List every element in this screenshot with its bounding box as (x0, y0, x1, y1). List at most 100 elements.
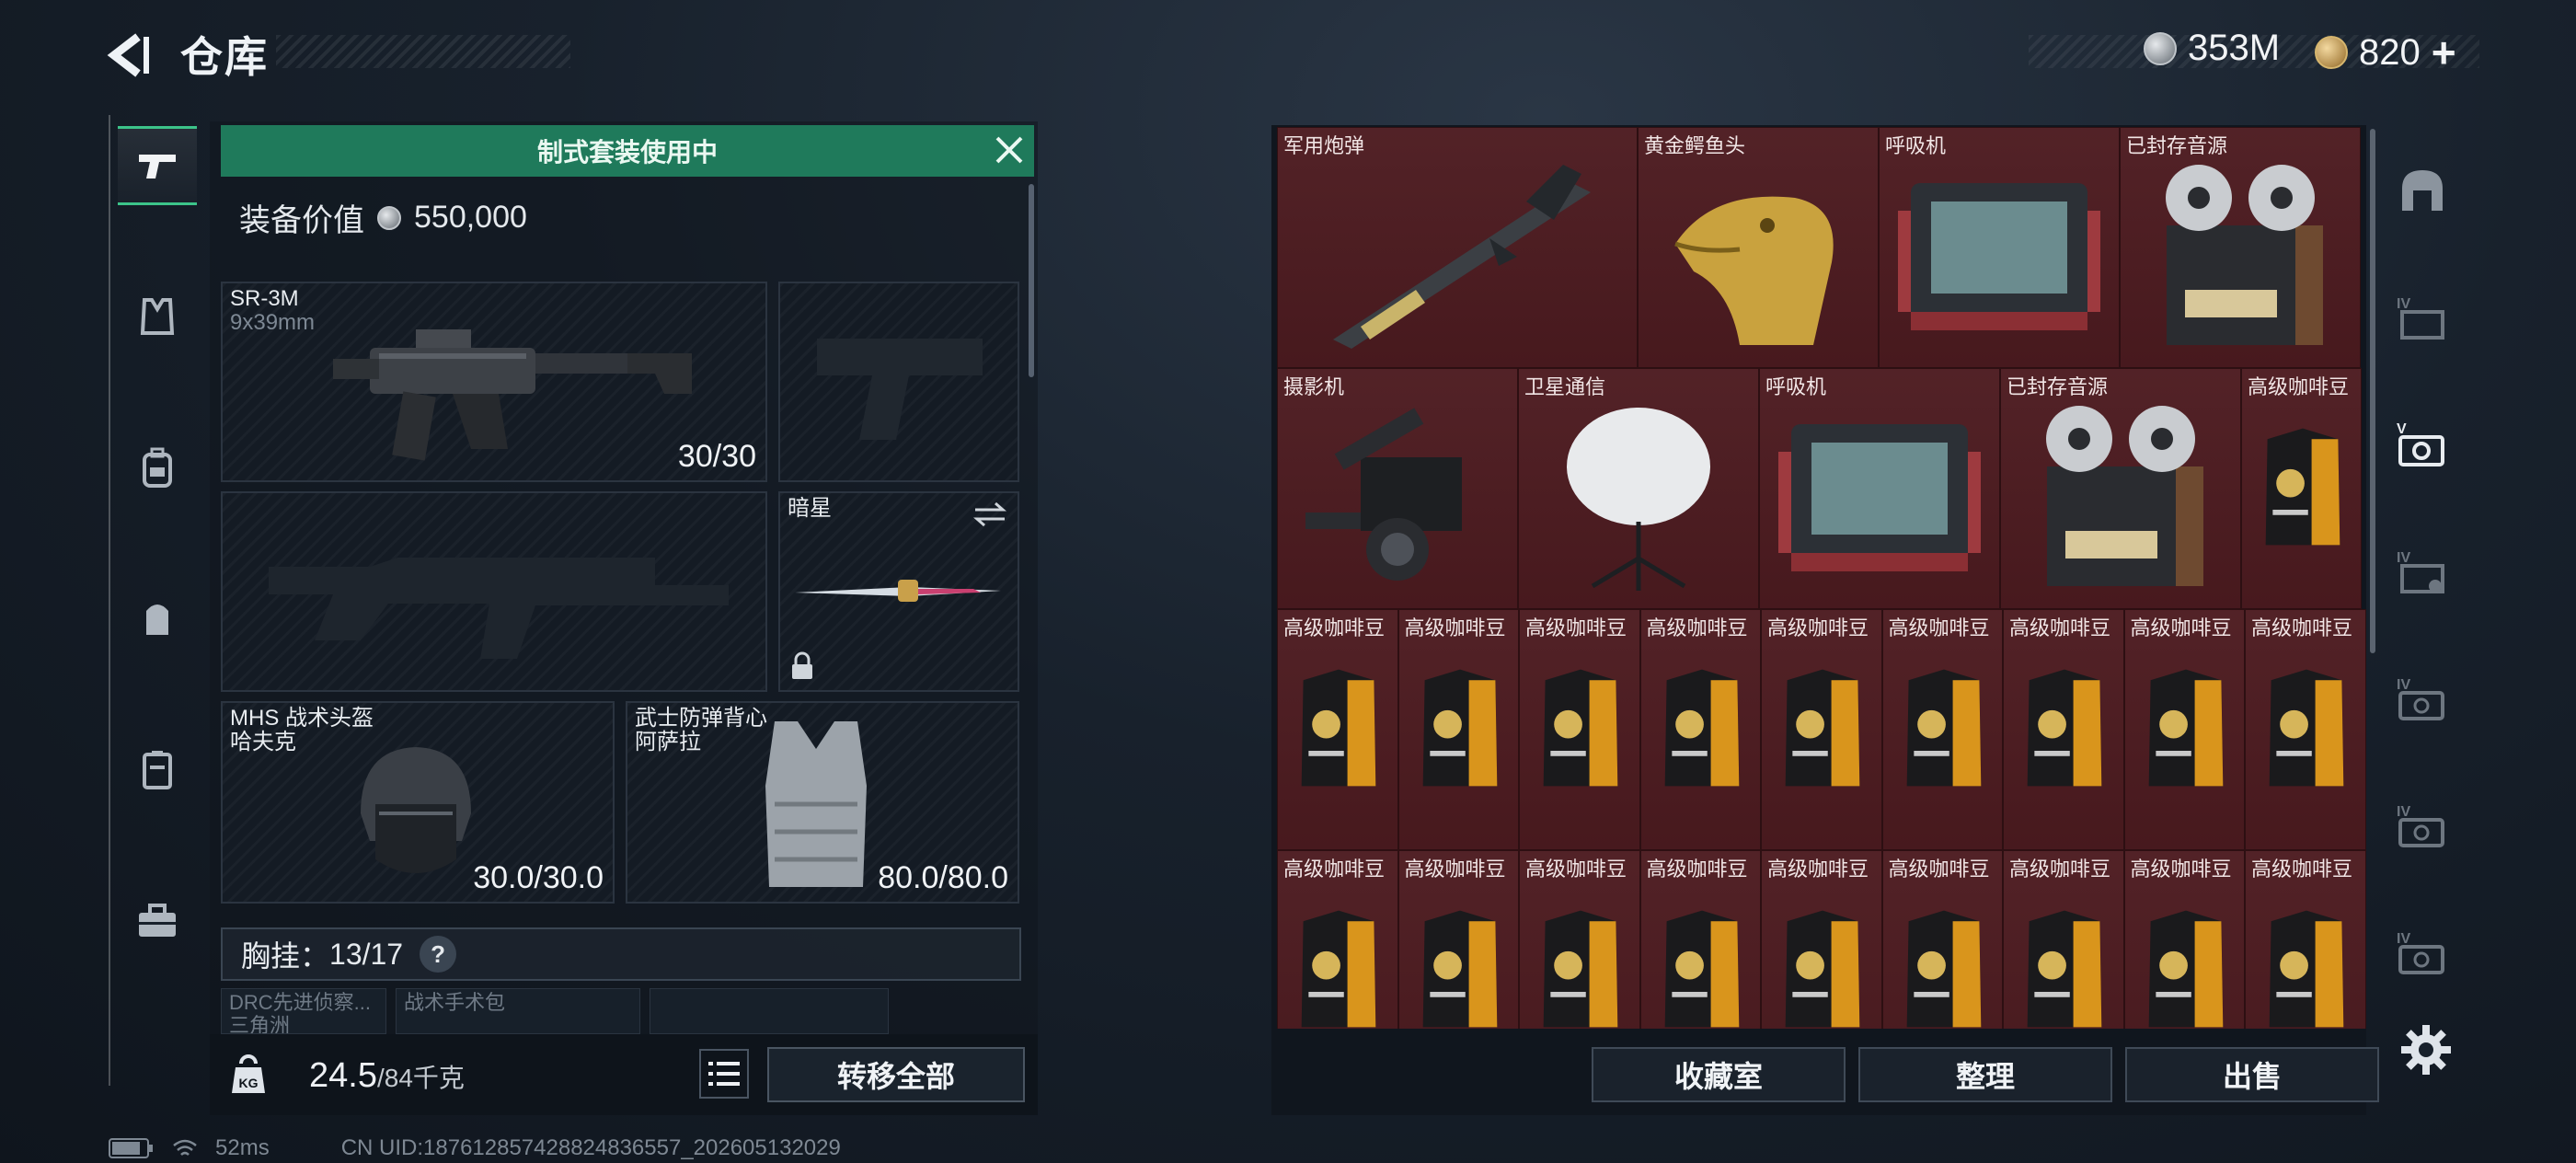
item-name: 高级咖啡豆 (2009, 858, 2111, 881)
close-icon[interactable] (988, 129, 1030, 171)
rig-item-slot[interactable] (650, 988, 889, 1034)
item-name: 摄影机 (1283, 375, 1345, 398)
storage-item[interactable]: 摄影机 (1277, 368, 1518, 609)
gear-icon[interactable] (2399, 1023, 2453, 1077)
storage-item[interactable]: 高级咖啡豆 (1761, 850, 1882, 1029)
rifle-image (333, 329, 692, 461)
storage-item[interactable]: 卫星通信 (1518, 368, 1759, 609)
item-name: 高级咖啡豆 (2251, 616, 2353, 639)
collection-room-button[interactable]: 收藏室 (1592, 1047, 1846, 1102)
storage-item[interactable]: 高级咖啡豆 (1881, 609, 2003, 850)
loadout-category-nav (109, 115, 204, 1086)
ventilator-image (1778, 424, 1981, 571)
storage-item[interactable]: 高级咖啡豆 (2245, 609, 2366, 850)
storage-item[interactable]: 黄金鳄鱼头 (1638, 127, 1879, 368)
nav-weapons[interactable] (118, 126, 197, 205)
armor-durability: 80.0/80.0 (878, 860, 1008, 895)
nav-backpack[interactable] (118, 428, 197, 507)
coffee-bag-image (1906, 910, 1981, 1028)
storage-item[interactable]: 呼吸机 (1879, 127, 2120, 368)
chest-rig-bar[interactable]: 胸挂： 13/17 ? (221, 927, 1021, 981)
rig-icon (146, 605, 168, 635)
rig-item-slot[interactable]: 战术手术包 (396, 988, 640, 1034)
item-name: 卫星通信 (1524, 375, 1606, 398)
sell-button[interactable]: 出售 (2125, 1047, 2379, 1102)
storage-scrollbar[interactable] (2370, 129, 2375, 653)
coffee-bag-image (2027, 910, 2102, 1028)
storage-item[interactable]: 高级咖啡豆 (2245, 850, 2366, 1029)
svg-text:IV: IV (2397, 804, 2410, 820)
storage-item[interactable]: 高级咖啡豆 (2123, 850, 2245, 1029)
item-name: 高级咖啡豆 (1404, 858, 1506, 881)
tab-storage-1[interactable]: IV (2390, 285, 2455, 350)
currency-gold-plus[interactable]: + (2432, 28, 2456, 77)
loadout-scrollbar[interactable] (1029, 184, 1034, 377)
storage-grid: 军用炮弹 黄金鳄鱼头 呼吸机 已封存音源 摄影机 卫星通信 呼吸机 已封存音源 … (1277, 127, 2366, 1029)
weapon-caliber: 9x39mm (230, 310, 316, 336)
storage-item[interactable]: 高级咖啡豆 (2003, 609, 2124, 850)
storage-item[interactable]: 高级咖啡豆 (1277, 609, 1398, 850)
tab-storage-4[interactable]: IV (2390, 666, 2455, 731)
currency-gold[interactable]: 820 + (2315, 28, 2456, 77)
toolbox-icon (139, 904, 176, 937)
secondary-weapon-slot[interactable] (221, 491, 767, 692)
currency-silver[interactable]: 353M (2144, 28, 2280, 69)
coffee-bag-image (1543, 910, 1618, 1028)
rifle-placeholder-icon (269, 558, 729, 659)
storage-item[interactable]: 已封存音源 (2000, 368, 2241, 609)
reel-recorder-image (2046, 406, 2203, 586)
storage-item[interactable]: 高级咖啡豆 (1639, 609, 1761, 850)
tab-storage-3[interactable]: IV (2390, 539, 2455, 604)
storage-item[interactable]: 高级咖啡豆 (2003, 850, 2124, 1029)
coffee-bag-image (2269, 669, 2344, 787)
storage-item[interactable]: 高级咖啡豆 (2241, 368, 2362, 609)
tab-storage-6[interactable]: IV (2390, 920, 2455, 985)
swap-icon[interactable] (972, 501, 1008, 528)
nav-case[interactable] (118, 730, 197, 809)
melee-slot[interactable]: 暗星 (778, 491, 1019, 692)
list-view-button[interactable] (699, 1049, 749, 1099)
storage-item[interactable]: 高级咖啡豆 (1277, 850, 1398, 1029)
rig-item-slot[interactable]: DRC先进侦察... 三角洲 (221, 988, 386, 1034)
storage-item[interactable]: 已封存音源 (2120, 127, 2361, 368)
storage-item[interactable]: 呼吸机 (1759, 368, 2000, 609)
help-button[interactable]: ? (420, 936, 457, 973)
storage-item[interactable]: 高级咖啡豆 (1397, 609, 1519, 850)
item-name: 高级咖啡豆 (1283, 858, 1386, 881)
nav-armor[interactable] (118, 277, 197, 356)
currency-silver-value: 353M (2188, 28, 2281, 68)
wifi-icon (173, 1139, 197, 1156)
item-name: 高级咖啡豆 (1404, 616, 1506, 639)
carry-weight-cap: /84千克 (376, 1064, 465, 1092)
pistol-slot[interactable] (778, 282, 1019, 482)
ping-value: 52ms (215, 1135, 270, 1160)
organize-button[interactable]: 整理 (1858, 1047, 2112, 1102)
helmet-image (361, 747, 471, 873)
storage-iv-b-icon: IV (2397, 550, 2444, 593)
storage-item[interactable]: 高级咖啡豆 (1397, 850, 1519, 1029)
storage-item[interactable]: 高级咖啡豆 (1519, 850, 1640, 1029)
tab-storage-5[interactable]: IV (2390, 793, 2455, 858)
primary-weapon-slot[interactable]: SR-3M 9x39mm 30/30 (221, 282, 767, 482)
storage-item[interactable]: 高级咖啡豆 (1519, 609, 1640, 850)
coffee-bag-image (1301, 669, 1376, 787)
storage-item[interactable]: 高级咖啡豆 (1639, 850, 1761, 1029)
storage-item[interactable]: 高级咖啡豆 (1881, 850, 2003, 1029)
kit-in-use-banner: 制式套装使用中 (221, 125, 1034, 177)
helmet-slot[interactable]: MHS 战术头盔 哈夫克 30.0/30.0 (221, 701, 615, 904)
status-bar: 52ms CN UID:18761285742882483​6557_20260… (109, 1135, 841, 1161)
transfer-all-button[interactable]: 转移全部 (767, 1047, 1025, 1102)
nav-toolbox[interactable] (118, 881, 197, 960)
storage-item[interactable]: 高级咖啡豆 (1761, 609, 1882, 850)
armor-slot[interactable]: 武士防弹背心 阿萨拉 80.0/80.0 (626, 701, 1019, 904)
storage-iv-c-icon: IV (2397, 677, 2444, 720)
storage-item[interactable]: 军用炮弹 (1277, 127, 1638, 368)
melee-name: 暗星 (788, 496, 832, 521)
nav-rig[interactable] (118, 579, 197, 658)
back-arrow-icon[interactable] (101, 28, 156, 83)
svg-text:IV: IV (2397, 550, 2410, 566)
tab-vault[interactable] (2390, 158, 2455, 223)
item-name: 高级咖啡豆 (1646, 858, 1748, 881)
tab-storage-2[interactable]: V (2390, 412, 2455, 477)
storage-item[interactable]: 高级咖啡豆 (2123, 609, 2245, 850)
